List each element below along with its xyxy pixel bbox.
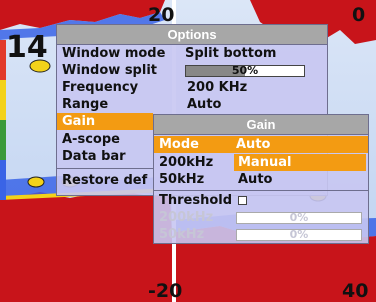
depth-scale-top-left: 20 [148,4,175,26]
restore-defaults-label: Restore def [62,173,148,188]
data-bar-label: Data bar [62,149,126,164]
menu-item-window-mode[interactable]: Window mode Split bottom [57,45,327,62]
gain-50khz-label: 50kHz [159,172,205,187]
gain-mode-value: Auto [236,137,271,152]
depth-readout: 14 [6,30,48,65]
gain-title: Gain [154,115,368,135]
gain-mode-row[interactable]: Mode Auto [154,136,368,153]
threshold-200khz-value: 0% [289,211,309,224]
sonar-screen: 20 0 -20 40 14 Options Window mode Split… [0,0,376,302]
frequency-label: Frequency [62,80,139,95]
threshold-50khz-value: 0% [289,228,309,241]
gain-200khz-value[interactable]: Manual [234,154,366,171]
threshold-label: Threshold [159,193,233,208]
threshold-200khz-bar: 0% [236,212,362,224]
frequency-value: 200 KHz [187,80,248,95]
gain-label: Gain [62,114,96,129]
range-value: Auto [187,97,222,112]
menu-item-gain[interactable]: Gain [57,113,153,130]
threshold-200khz-row: 200kHz 0% [154,209,368,226]
gain-50khz-row[interactable]: 50kHz Auto [154,171,368,188]
range-label: Range [62,97,109,112]
gain-200khz-row[interactable]: 200kHz Manual [154,154,368,171]
window-mode-value: Split bottom [185,46,277,61]
window-split-value: 50% [231,64,259,77]
window-split-label: Window split [62,63,157,78]
menu-item-frequency[interactable]: Frequency 200 KHz [57,79,327,96]
depth-scale-top-right: 0 [352,4,366,26]
threshold-50khz-bar: 0% [236,229,362,241]
threshold-row[interactable]: Threshold [154,192,368,209]
gain-50khz-value: Auto [238,172,273,187]
window-split-bar[interactable]: 50% [185,65,305,77]
gain-menu: Gain Mode Auto 200kHz Manual 50kHz Auto … [153,114,369,244]
gain-divider [154,190,368,191]
depth-scale-bottom-left: -20 [148,280,183,302]
menu-item-range[interactable]: Range Auto [57,96,327,113]
a-scope-label: A-scope [62,132,120,147]
threshold-50khz-label: 50kHz [159,227,205,242]
gain-200khz-label: 200kHz [159,155,214,170]
options-divider [57,168,153,169]
gain-mode-label: Mode [159,137,199,152]
threshold-checkbox[interactable] [238,196,247,205]
threshold-50khz-row: 50kHz 0% [154,226,368,243]
options-title: Options [57,25,327,45]
threshold-200khz-label: 200kHz [159,210,214,225]
window-mode-label: Window mode [62,46,166,61]
menu-item-window-split[interactable]: Window split 50% [57,62,327,79]
depth-scale-bottom-right: 40 [342,280,369,302]
